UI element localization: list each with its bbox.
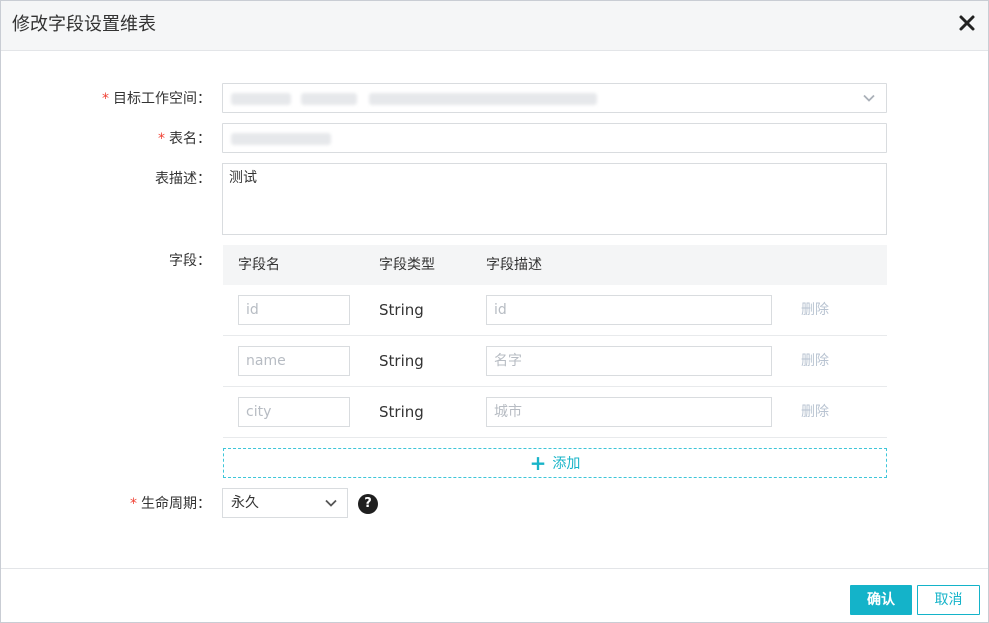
confirm-button[interactable]: 确认 [850,585,912,615]
header-field-desc: 字段描述 [486,257,542,273]
lifecycle-label: * 生命周期： [130,496,211,512]
plus-icon: + [529,451,547,475]
fields-table-header: 字段名 字段类型 字段描述 [223,245,887,285]
blurred-text [301,93,357,105]
add-field-button[interactable]: + 添加 [223,448,887,478]
field-type: String [379,403,424,421]
blurred-text [231,133,331,145]
table-row: name String 名字 删除 [223,336,887,387]
field-name-input[interactable]: name [238,346,350,376]
field-desc-input[interactable]: 名字 [486,346,772,376]
blurred-text [231,93,291,105]
chevron-down-icon [324,496,338,510]
table-name-label: * 表名： [158,131,211,147]
delete-link[interactable]: 删除 [801,352,829,370]
fields-label: 字段： [169,253,211,269]
edit-dimension-table-dialog: 修改字段设置维表 * 目标工作空间： * 表名： 表描述： 测试 字段： 字段名 字… [0,0,989,623]
delete-link[interactable]: 删除 [801,301,829,319]
workspace-label: * 目标工作空间： [102,91,211,107]
blurred-text [369,93,597,105]
table-desc-textarea[interactable]: 测试 [222,163,887,235]
table-row: city String 城市 删除 [223,387,887,438]
field-name-input[interactable]: city [238,397,350,427]
dialog-header: 修改字段设置维表 [1,1,988,51]
field-desc-input[interactable]: 城市 [486,397,772,427]
table-desc-label: 表描述： [155,171,211,187]
field-type: String [379,352,424,370]
field-type: String [379,301,424,319]
header-field-name: 字段名 [238,257,280,273]
lifecycle-value: 永久 [231,495,259,511]
workspace-select[interactable] [222,83,887,113]
chevron-down-icon [862,91,876,105]
field-name-input[interactable]: id [238,295,350,325]
table-name-input[interactable] [222,123,887,153]
lifecycle-select[interactable]: 永久 [222,488,348,518]
header-field-type: 字段类型 [379,257,435,273]
cancel-button[interactable]: 取消 [917,585,980,615]
help-icon[interactable]: ? [358,494,378,514]
fields-table: 字段名 字段类型 字段描述 id String id 删除 name Strin… [223,245,887,438]
footer-divider [1,568,988,569]
delete-link[interactable]: 删除 [801,403,829,421]
close-icon[interactable] [956,12,978,34]
table-row: id String id 删除 [223,285,887,336]
dialog-title: 修改字段设置维表 [12,14,156,35]
field-desc-input[interactable]: id [486,295,772,325]
